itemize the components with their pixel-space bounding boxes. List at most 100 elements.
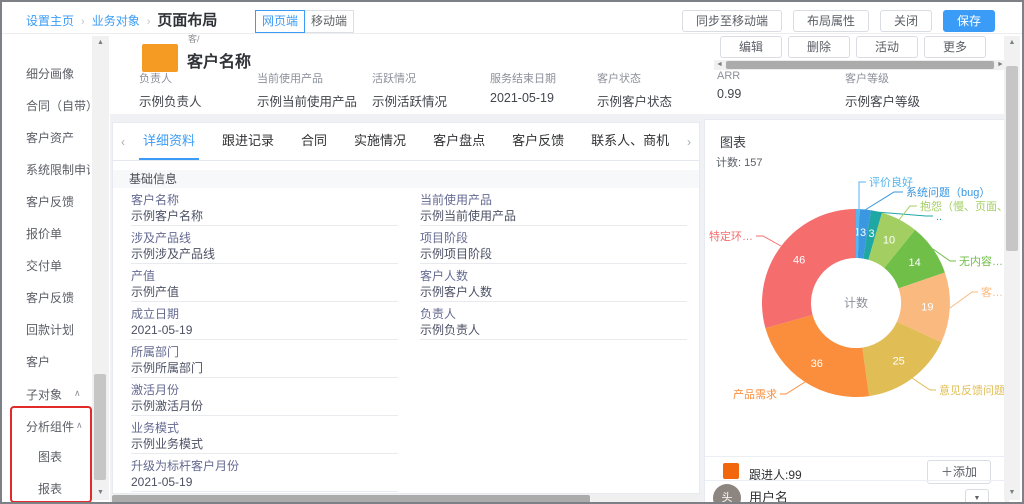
tab-contacts-opportunities[interactable]: 联系人、商机 xyxy=(591,123,669,160)
tab-mobile-view[interactable]: 移动端 xyxy=(304,10,354,33)
scroll-down-icon[interactable]: ▼ xyxy=(92,486,109,500)
tabs-prev-icon[interactable]: ‹ xyxy=(121,135,125,149)
slice-callout-label: 特定环… xyxy=(709,229,753,243)
sidebar-item-customer-feedback-2[interactable]: 客户反馈 xyxy=(26,289,74,306)
header-field-service-end-date[interactable]: 服务结束日期 2021-05-19 xyxy=(490,70,597,110)
user-dropdown-button[interactable]: ▼ xyxy=(965,489,989,504)
tab-customer-review[interactable]: 客户盘点 xyxy=(433,123,485,160)
scroll-down-icon[interactable]: ▼ xyxy=(1004,486,1020,500)
customer-avatar xyxy=(142,44,178,72)
sidebar-item-delivery-order[interactable]: 交付单 xyxy=(26,257,62,274)
tab-web-view[interactable]: 网页端 xyxy=(255,10,305,33)
slice-callout-label: 系统问题（bug） xyxy=(906,186,990,199)
collapse-caret-icon[interactable]: ∧ xyxy=(76,420,83,431)
header-field-customer-status[interactable]: 客户状态 示例客户状态 xyxy=(597,70,717,110)
field-activation-month[interactable]: 激活月份示例激活月份 xyxy=(131,382,398,416)
donut-center-label: 计数 xyxy=(844,295,868,310)
field-output-value[interactable]: 产值示例产值 xyxy=(131,268,398,302)
field-customer-name[interactable]: 客户名称示例客户名称 xyxy=(131,192,398,226)
record-action-buttons: 编辑 删除 活动 更多 xyxy=(720,36,986,58)
sidebar-item-quotation[interactable]: 报价单 xyxy=(26,225,62,242)
sidebar-scrollbar[interactable]: ▲ ▼ xyxy=(92,36,109,500)
slice-value-label: 25 xyxy=(893,355,905,367)
save-button[interactable]: 保存 xyxy=(943,10,995,32)
slice-value-label: 19 xyxy=(921,302,933,314)
sidebar-item-customer-feedback[interactable]: 客户反馈 xyxy=(26,193,74,210)
header-field-customer-level[interactable]: 客户等级 示例客户等级 xyxy=(845,70,920,110)
user-name: 用户名 xyxy=(749,487,788,504)
tab-contract[interactable]: 合同 xyxy=(301,123,327,160)
sidebar-item-system-limit-detail[interactable]: 系统限制申请明细 xyxy=(26,161,90,178)
tab-implementation[interactable]: 实施情况 xyxy=(354,123,406,160)
collapse-caret-icon[interactable]: ∧ xyxy=(74,388,81,399)
header-field-owner[interactable]: 负责人 示例负责人 xyxy=(139,70,257,110)
sidebar-item-payment-plan[interactable]: 回款计划 xyxy=(26,321,74,338)
delete-button[interactable]: 删除 xyxy=(788,36,850,58)
page-vscrollbar-thumb[interactable] xyxy=(1006,66,1018,251)
sync-to-mobile-button[interactable]: 同步至移动端 xyxy=(682,10,782,32)
sidebar-scrollbar-thumb[interactable] xyxy=(94,374,106,480)
sidebar-group-sub-objects[interactable]: 子对象 xyxy=(26,386,62,403)
field-business-model[interactable]: 业务模式示例业务模式 xyxy=(131,420,398,454)
sidebar-item-customer-assets[interactable]: 客户资产 xyxy=(26,129,74,146)
field-project-stage[interactable]: 项目阶段示例项目阶段 xyxy=(420,230,687,264)
slice-value-label: 3 xyxy=(869,228,875,240)
callout-line xyxy=(756,236,781,246)
field-founded-date[interactable]: 成立日期2021-05-19 xyxy=(131,306,398,340)
slice-callout-label: 意见反馈问题 xyxy=(939,383,1005,397)
donut-chart: 1评价良好3系统问题（bug）3..10抱怨（慢、页面、…14无内容…19客…2… xyxy=(705,166,1006,442)
sidebar-item-segment-profile[interactable]: 细分画像 xyxy=(26,65,74,82)
scroll-left-icon[interactable]: ◄ xyxy=(714,60,725,70)
slice-callout-label: 无内容… xyxy=(959,254,1003,268)
tabs-next-icon[interactable]: › xyxy=(687,135,691,149)
tab-follow-records[interactable]: 跟进记录 xyxy=(222,123,274,160)
tab-detail-info[interactable]: 详细资料 xyxy=(143,123,195,160)
field-owner[interactable]: 负责人示例负责人 xyxy=(420,306,687,340)
detail-card-hscrollbar[interactable] xyxy=(112,494,700,503)
field-current-product[interactable]: 当前使用产品示例当前使用产品 xyxy=(420,192,687,226)
customer-name-title: 客户名称 xyxy=(187,48,251,72)
more-button[interactable]: 更多 xyxy=(924,36,986,58)
header-field-activity[interactable]: 活跃情况 示例活跃情况 xyxy=(372,70,490,110)
activity-button[interactable]: 活动 xyxy=(856,36,918,58)
sidebar-item-customer[interactable]: 客户 xyxy=(26,353,50,370)
pie-slice-7[interactable] xyxy=(765,315,869,397)
donut-chart-svg: 1评价良好3系统问题（bug）3..10抱怨（慢、页面、…14无内容…19客…2… xyxy=(705,166,1006,442)
header-field-arr[interactable]: ARR 0.99 xyxy=(717,70,845,110)
user-avatar: 头 xyxy=(713,484,741,504)
sidebar-item-chart[interactable]: 图表 xyxy=(38,448,62,465)
detail-card: ‹ 详细资料 跟进记录 合同 实施情况 客户盘点 客户反馈 联系人、商机 › 基… xyxy=(112,122,700,494)
hscrollbar-thumb[interactable] xyxy=(726,61,994,69)
breadcrumb-separator-icon: › xyxy=(81,16,85,28)
sidebar-group-analysis-components[interactable]: 分析组件 xyxy=(26,418,74,435)
callout-line xyxy=(865,192,903,210)
header-field-current-product[interactable]: 当前使用产品 示例当前使用产品 xyxy=(257,70,372,110)
hscrollbar-thumb[interactable] xyxy=(112,495,590,503)
sidebar-item-contract-builtin[interactable]: 合同（自带） xyxy=(26,97,90,114)
field-benchmark-upgrade-month[interactable]: 升级为标杆客户月份2021-05-19 xyxy=(131,458,398,492)
callout-line xyxy=(912,378,936,390)
record-actions-hscrollbar[interactable]: ◄ ► xyxy=(714,60,1006,70)
tab-customer-feedback[interactable]: 客户反馈 xyxy=(512,123,564,160)
callout-line xyxy=(950,292,978,308)
scroll-up-icon[interactable]: ▲ xyxy=(1004,36,1020,50)
page-vscrollbar[interactable]: ▲ ▼ xyxy=(1004,36,1020,500)
close-button[interactable]: 关闭 xyxy=(880,10,932,32)
breadcrumb: 设置主页 › 业务对象 › 页面布局 xyxy=(26,9,217,30)
callout-line xyxy=(780,382,805,394)
form-column-left: 客户名称示例客户名称 涉及产品线示例涉及产品线 产值示例产值 成立日期2021-… xyxy=(131,192,398,494)
breadcrumb-objects[interactable]: 业务对象 xyxy=(92,12,140,29)
scroll-up-icon[interactable]: ▲ xyxy=(92,36,109,50)
layout-properties-button[interactable]: 布局属性 xyxy=(793,10,869,32)
field-customer-count[interactable]: 客户人数示例客户人数 xyxy=(420,268,687,302)
divider xyxy=(705,480,1005,481)
field-product-lines[interactable]: 涉及产品线示例涉及产品线 xyxy=(131,230,398,264)
edit-button[interactable]: 编辑 xyxy=(720,36,782,58)
field-department[interactable]: 所属部门示例所属部门 xyxy=(131,344,398,378)
sidebar-item-report[interactable]: 报表 xyxy=(38,480,62,497)
slice-value-label: 14 xyxy=(908,257,920,269)
view-switch: 网页端 移动端 xyxy=(255,10,354,33)
breadcrumb-home[interactable]: 设置主页 xyxy=(26,12,74,29)
sidebar: 细分画像 合同（自带） 客户资产 系统限制申请明细 客户反馈 报价单 交付单 客… xyxy=(2,34,92,502)
pie-slice-8[interactable] xyxy=(762,209,856,328)
